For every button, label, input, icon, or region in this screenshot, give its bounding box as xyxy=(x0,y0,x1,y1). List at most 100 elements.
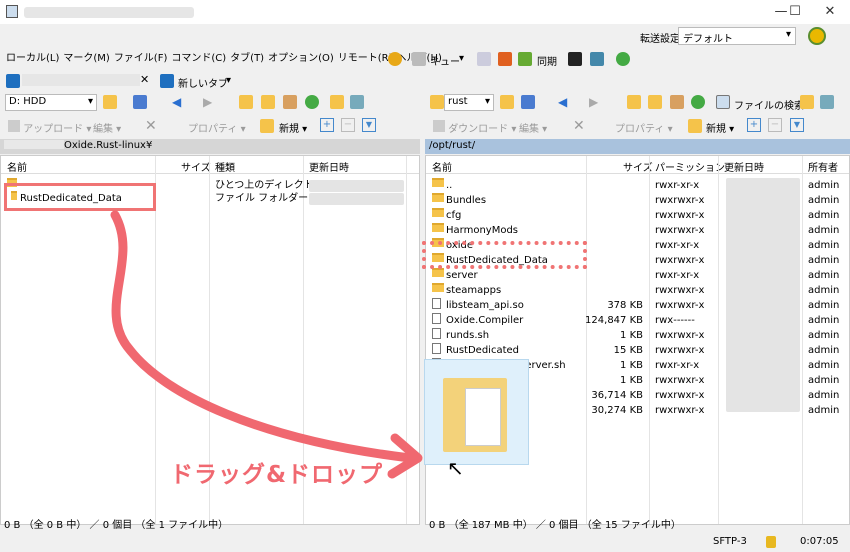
network-icon[interactable] xyxy=(590,52,604,66)
view-icon[interactable] xyxy=(820,95,834,109)
row-size: 30,274 KB xyxy=(591,405,643,416)
right-path-bar[interactable]: /opt/rust/ xyxy=(425,139,850,154)
terminal-icon[interactable] xyxy=(568,52,582,66)
queue-icon[interactable] xyxy=(412,52,426,66)
download-button[interactable]: ダウンロード ▾ xyxy=(433,120,516,135)
menu-option[interactable]: オプション(O) xyxy=(266,50,336,68)
back-icon[interactable]: ◀ xyxy=(558,95,567,109)
globe-icon[interactable] xyxy=(808,27,826,45)
edit-button[interactable]: 編集 ▾ xyxy=(519,120,547,135)
home-icon[interactable] xyxy=(670,95,684,109)
row-permission: rwxrwxr-x xyxy=(655,210,705,221)
root-folder-icon[interactable] xyxy=(648,95,662,109)
list-item[interactable]: .. rwxr-xr-x admin xyxy=(426,178,849,193)
list-item[interactable]: cfg rwxrwxr-x admin xyxy=(426,208,849,223)
close-button[interactable]: ✕ xyxy=(817,2,843,22)
close-tab-icon[interactable]: ✕ xyxy=(140,73,149,86)
new-button[interactable]: 新規 ▾ xyxy=(279,120,307,135)
left-column-header: 名前 サイズ 種類 更新日時 xyxy=(1,156,419,174)
col-name[interactable]: 名前 xyxy=(432,159,452,174)
tab-title-redacted[interactable] xyxy=(22,74,140,86)
gear-icon[interactable] xyxy=(388,52,402,66)
row-owner: admin xyxy=(808,300,840,311)
col-modified[interactable]: 更新日時 xyxy=(309,159,349,174)
properties-button[interactable]: プロパティ ▾ xyxy=(188,120,246,135)
compare-icon[interactable] xyxy=(477,52,491,66)
edit-button[interactable]: 編集 ▾ xyxy=(93,120,121,135)
list-item[interactable]: steamapps rwxrwxr-x admin xyxy=(426,283,849,298)
open-folder-icon[interactable] xyxy=(103,95,117,109)
left-drive-select[interactable]: D: HDD ▾ xyxy=(5,94,97,111)
maximize-button[interactable]: ☐ xyxy=(782,2,808,22)
lock-icon xyxy=(766,536,776,548)
col-type[interactable]: 種類 xyxy=(215,159,235,174)
row-permission: rwxrwxr-x xyxy=(655,330,705,341)
menu-file[interactable]: ファイル(F) xyxy=(112,50,170,68)
menu-command[interactable]: コマンド(C) xyxy=(169,50,228,68)
forward-icon[interactable]: ▶ xyxy=(203,95,212,109)
chevron-down-icon[interactable]: ▾ xyxy=(226,75,231,86)
sync-icon[interactable] xyxy=(518,52,532,66)
col-name[interactable]: 名前 xyxy=(7,159,27,174)
minus-icon[interactable]: − xyxy=(768,118,782,132)
menu-mark[interactable]: マーク(M) xyxy=(61,50,111,68)
list-item[interactable]: Oxide.Compiler 124,847 KB rwx------ admin xyxy=(426,313,849,328)
tree-icon[interactable] xyxy=(330,95,344,109)
list-item[interactable]: HarmonyMods rwxrwxr-x admin xyxy=(426,223,849,238)
tree-icon[interactable] xyxy=(800,95,814,109)
search-icon[interactable] xyxy=(716,95,730,109)
left-path-bar[interactable]: Oxide.Rust-linux¥ xyxy=(0,139,420,154)
col-modified[interactable]: 更新日時 xyxy=(724,159,764,174)
plus-icon[interactable]: + xyxy=(320,118,334,132)
profile-select[interactable]: デフォルト ▾ xyxy=(678,27,796,45)
down-icon[interactable]: ▼ xyxy=(790,118,804,132)
queue-label[interactable]: キュー xyxy=(430,53,460,68)
down-icon[interactable]: ▼ xyxy=(362,118,376,132)
plus-icon[interactable]: + xyxy=(747,118,761,132)
refresh-icon[interactable] xyxy=(616,52,630,66)
row-permission: rwxrwxr-x xyxy=(655,285,705,296)
list-item[interactable]: server rwxr-xr-x admin xyxy=(426,268,849,283)
open-folder-icon[interactable] xyxy=(500,95,514,109)
row-name: Oxide.Compiler xyxy=(446,315,524,326)
delete-icon[interactable]: ✕ xyxy=(145,118,157,134)
menu-tab[interactable]: タブ(T) xyxy=(228,50,266,68)
new-button[interactable]: 新規 ▾ xyxy=(706,120,734,135)
refresh-icon[interactable] xyxy=(305,95,319,109)
search-files-button[interactable]: ファイルの検索 xyxy=(734,97,804,112)
list-item[interactable]: RustDedicated 15 KB rwxrwxr-x admin xyxy=(426,343,849,358)
delete-icon[interactable]: ✕ xyxy=(573,118,585,134)
sync-label[interactable]: 同期 xyxy=(537,53,557,68)
row-owner: admin xyxy=(808,360,840,371)
refresh-icon[interactable] xyxy=(691,95,705,109)
minus-icon[interactable]: − xyxy=(341,118,355,132)
list-item[interactable]: libsteam_api.so 378 KB rwxrwxr-x admin xyxy=(426,298,849,313)
col-owner[interactable]: 所有者 xyxy=(808,159,838,174)
list-item[interactable]: runds.sh 1 KB rwxrwxr-x admin xyxy=(426,328,849,343)
home-icon[interactable] xyxy=(283,95,297,109)
parent-folder-icon[interactable] xyxy=(239,95,253,109)
menu-remote[interactable]: リモート(R) xyxy=(336,50,395,68)
chevron-down-icon[interactable]: ▾ xyxy=(459,53,464,64)
menu-local[interactable]: ローカル(L) xyxy=(4,50,61,68)
root-folder-icon[interactable] xyxy=(261,95,275,109)
right-file-pane[interactable]: 名前 サイズ パーミッション 更新日時 所有者 .. rwxr-xr-x admin… xyxy=(425,155,850,525)
folder-icon xyxy=(430,95,444,109)
col-size[interactable]: サイズ xyxy=(181,159,211,174)
filter-icon[interactable] xyxy=(133,95,147,109)
forward-icon[interactable]: ▶ xyxy=(589,95,598,109)
left-status: 0 B （全 0 B 中） ／ 0 個目 （全 1 ファイル中） xyxy=(4,520,229,531)
right-drive-select[interactable]: rust ▾ xyxy=(444,94,494,111)
title-bar: — ☐ ✕ xyxy=(0,0,850,24)
sync-arrows-icon[interactable] xyxy=(498,52,512,66)
upload-button[interactable]: アップロード ▾ xyxy=(8,120,91,135)
parent-folder-icon[interactable] xyxy=(627,95,641,109)
list-item[interactable]: Bundles rwxrwxr-x admin xyxy=(426,193,849,208)
back-icon[interactable]: ◀ xyxy=(172,95,181,109)
filter-icon[interactable] xyxy=(521,95,535,109)
properties-button[interactable]: プロパティ ▾ xyxy=(615,120,673,135)
tab-new[interactable]: 新しいタブ xyxy=(178,75,228,90)
target-highlight xyxy=(422,241,587,269)
view-icon[interactable] xyxy=(350,95,364,109)
col-permission[interactable]: パーミッション xyxy=(655,159,725,174)
